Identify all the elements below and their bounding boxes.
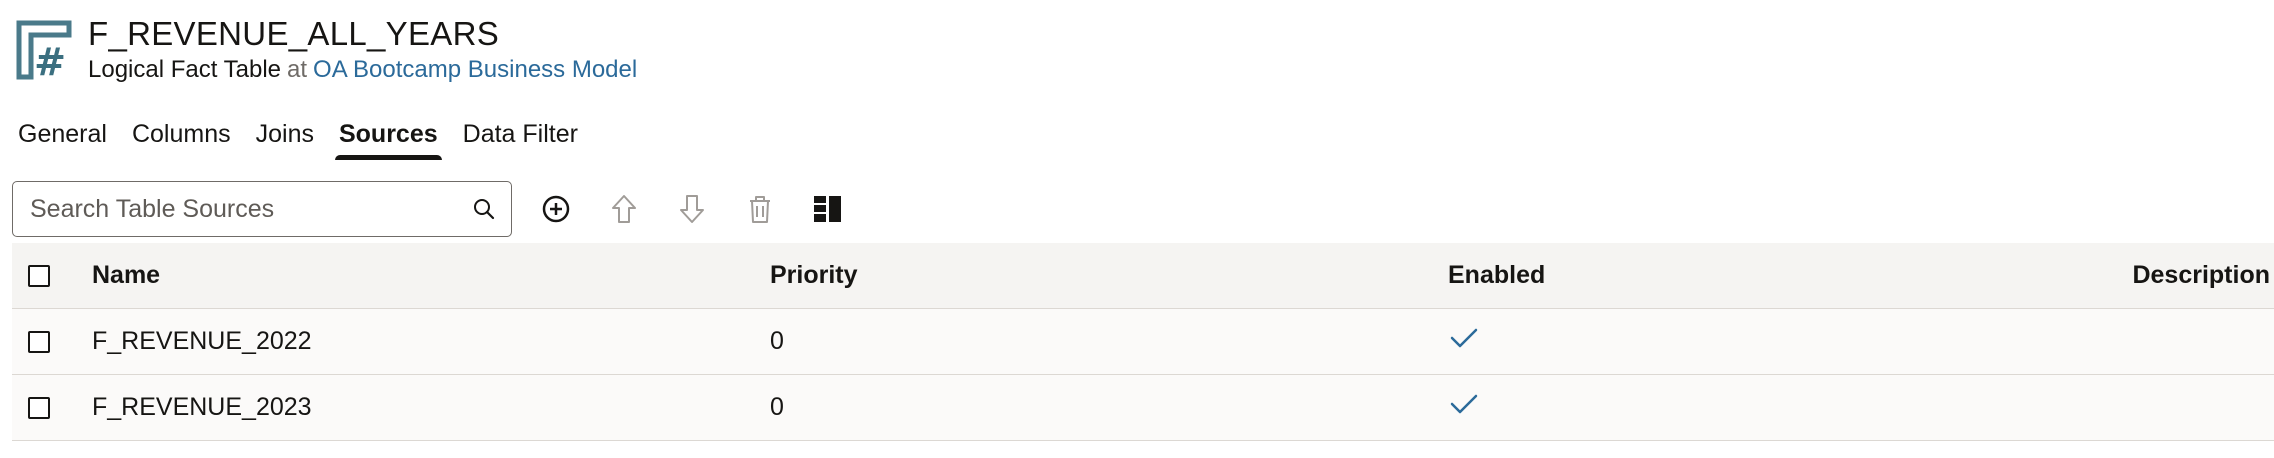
column-layout-icon[interactable] (810, 191, 846, 227)
business-model-link[interactable]: OA Bootcamp Business Model (313, 56, 637, 83)
subtitle-at: at (287, 56, 308, 83)
table-row[interactable]: F_REVENUE_2023 0 (12, 375, 2274, 441)
toolbar (12, 181, 846, 237)
grid-header-row: Name Priority Enabled Description (12, 243, 2274, 309)
tab-sources[interactable]: Sources (334, 118, 442, 160)
search-box (12, 181, 512, 237)
column-header-priority[interactable]: Priority (770, 261, 1448, 290)
logical-fact-table-icon: # (16, 20, 72, 84)
row-checkbox[interactable] (28, 330, 50, 353)
page-header: # F_REVENUE_ALL_YEARS Logical Fact Table… (16, 16, 637, 86)
page-title: F_REVENUE_ALL_YEARS (88, 15, 500, 52)
column-header-description[interactable]: Description (2126, 261, 2274, 290)
source-enabled (1448, 327, 2126, 356)
object-type-label: Logical Fact Table (88, 56, 282, 83)
select-all-checkbox[interactable] (28, 264, 50, 287)
row-select-cell (12, 396, 92, 419)
select-all-cell (12, 264, 92, 287)
page-subtitle: Logical Fact Table at OA Bootcamp Business… (88, 54, 637, 86)
tab-general[interactable]: General (18, 118, 107, 160)
move-up-icon[interactable] (606, 191, 642, 227)
move-down-icon[interactable] (674, 191, 710, 227)
source-name: F_REVENUE_2022 (92, 327, 312, 355)
table-sources-grid: Name Priority Enabled Description F_REVE… (12, 243, 2274, 441)
row-select-cell (12, 330, 92, 353)
column-header-name[interactable]: Name (92, 261, 770, 290)
search-icon[interactable] (471, 196, 497, 222)
enabled-check-icon (1450, 327, 1478, 356)
svg-text:#: # (34, 40, 66, 80)
tab-data-filter[interactable]: Data Filter (463, 118, 578, 160)
search-input[interactable] (30, 194, 471, 224)
row-checkbox[interactable] (28, 396, 50, 419)
source-enabled (1448, 393, 2126, 422)
source-priority: 0 (770, 393, 784, 421)
delete-icon[interactable] (742, 191, 778, 227)
enabled-check-icon (1450, 393, 1478, 422)
source-name: F_REVENUE_2023 (92, 393, 312, 421)
tab-bar: General Columns Joins Sources Data Filte… (18, 118, 603, 160)
add-icon[interactable] (538, 191, 574, 227)
tab-columns[interactable]: Columns (132, 118, 231, 160)
source-priority: 0 (770, 327, 784, 355)
column-header-enabled[interactable]: Enabled (1448, 261, 2126, 290)
tab-joins[interactable]: Joins (256, 118, 314, 160)
table-row[interactable]: F_REVENUE_2022 0 (12, 309, 2274, 375)
